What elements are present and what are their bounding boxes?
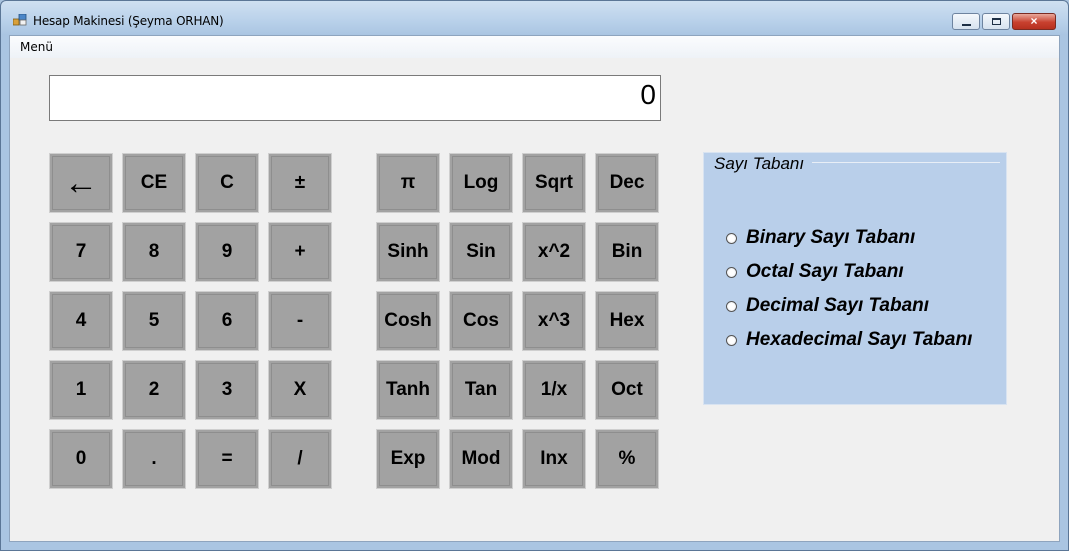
basic-button-r0c1[interactable]: CE — [122, 153, 186, 213]
sci-button-r4c1[interactable]: Mod — [449, 429, 513, 489]
app-icon — [13, 14, 27, 26]
basic-button-r2c0[interactable]: 4 — [49, 291, 113, 351]
sci-button-r0c3[interactable]: Dec — [595, 153, 659, 213]
app-window: Hesap Makinesi (Şeyma ORHAN) × Menü 0 ← C… — [0, 0, 1069, 551]
basic-button-r3c2[interactable]: 3 — [195, 360, 259, 420]
groupbox-title: Sayı Tabanı — [714, 154, 805, 173]
sci-button-r1c1[interactable]: Sin — [449, 222, 513, 282]
radio-hexadecimal[interactable]: Hexadecimal Sayı Tabanı — [726, 329, 972, 351]
sci-button-r4c3[interactable]: % — [595, 429, 659, 489]
basic-button-r0c3[interactable]: ± — [268, 153, 332, 213]
radio-label-hexadecimal: Hexadecimal Sayı Tabanı — [746, 329, 973, 350]
basic-button-r1c1[interactable]: 8 — [122, 222, 186, 282]
number-base-groupbox: Sayı Tabanı Binary Sayı Tabanı Octal Say… — [703, 152, 1007, 405]
basic-button-r3c3[interactable]: X — [268, 360, 332, 420]
window-title: Hesap Makinesi (Şeyma ORHAN) — [33, 14, 224, 28]
sci-button-r0c1[interactable]: Log — [449, 153, 513, 213]
basic-button-r3c0[interactable]: 1 — [49, 360, 113, 420]
groupbox-border-line — [812, 162, 1000, 163]
sci-button-r4c0[interactable]: Exp — [376, 429, 440, 489]
basic-button-r2c3[interactable]: - — [268, 291, 332, 351]
form-client-area: Menü 0 ← CE C ±7 8 9 +4 5 6-1 2 3 X 0. = / π Log Sqrt Dec… — [9, 35, 1060, 542]
sci-button-r3c0[interactable]: Tanh — [376, 360, 440, 420]
basic-button-r0c2[interactable]: C — [195, 153, 259, 213]
radio-label-octal: Octal Sayı Tabanı — [746, 261, 904, 282]
basic-button-r1c3[interactable]: + — [268, 222, 332, 282]
sci-button-r1c0[interactable]: Sinh — [376, 222, 440, 282]
maximize-button[interactable] — [982, 13, 1010, 30]
sci-button-r1c3[interactable]: Bin — [595, 222, 659, 282]
basic-button-r4c3[interactable]: / — [268, 429, 332, 489]
radio-button-icon[interactable] — [726, 232, 737, 244]
sci-button-r3c1[interactable]: Tan — [449, 360, 513, 420]
basic-button-r4c1[interactable]: . — [122, 429, 186, 489]
sci-button-r2c2[interactable]: x^3 — [522, 291, 586, 351]
sci-button-r0c2[interactable]: Sqrt — [522, 153, 586, 213]
title-bar[interactable]: Hesap Makinesi (Şeyma ORHAN) × — [1, 1, 1068, 35]
radio-button-icon[interactable] — [726, 266, 737, 278]
sci-button-r4c2[interactable]: Inx — [522, 429, 586, 489]
close-button[interactable]: × — [1012, 13, 1056, 30]
basic-button-r2c1[interactable]: 5 — [122, 291, 186, 351]
result-display[interactable]: 0 — [49, 75, 661, 121]
display-value: 0 — [640, 79, 656, 110]
sci-button-r2c0[interactable]: Cosh — [376, 291, 440, 351]
basic-button-r4c0[interactable]: 0 — [49, 429, 113, 489]
caption-buttons: × — [950, 13, 1056, 31]
radio-label-decimal: Decimal Sayı Tabanı — [746, 295, 930, 316]
close-icon: × — [1030, 14, 1038, 28]
minimize-icon — [962, 24, 971, 26]
maximize-icon — [992, 18, 1001, 25]
sci-button-r0c0[interactable]: π — [376, 153, 440, 213]
radio-decimal[interactable]: Decimal Sayı Tabanı — [726, 295, 929, 317]
sci-button-r2c1[interactable]: Cos — [449, 291, 513, 351]
menu-bar: Menü — [10, 36, 1059, 58]
radio-button-icon[interactable] — [726, 300, 737, 312]
radio-octal[interactable]: Octal Sayı Tabanı — [726, 261, 904, 283]
radio-binary[interactable]: Binary Sayı Tabanı — [726, 227, 915, 249]
basic-button-r2c2[interactable]: 6 — [195, 291, 259, 351]
sci-button-r1c2[interactable]: x^2 — [522, 222, 586, 282]
basic-button-r0c0[interactable]: ← — [49, 153, 113, 213]
radio-label-binary: Binary Sayı Tabanı — [746, 227, 916, 248]
menu-item-menu[interactable]: Menü — [20, 40, 53, 54]
basic-button-r1c0[interactable]: 7 — [49, 222, 113, 282]
sci-button-r2c3[interactable]: Hex — [595, 291, 659, 351]
sci-button-r3c3[interactable]: Oct — [595, 360, 659, 420]
radio-button-icon[interactable] — [726, 334, 737, 346]
minimize-button[interactable] — [952, 13, 980, 30]
basic-button-r3c1[interactable]: 2 — [122, 360, 186, 420]
basic-button-r4c2[interactable]: = — [195, 429, 259, 489]
basic-button-r1c2[interactable]: 9 — [195, 222, 259, 282]
sci-button-r3c2[interactable]: 1/x — [522, 360, 586, 420]
